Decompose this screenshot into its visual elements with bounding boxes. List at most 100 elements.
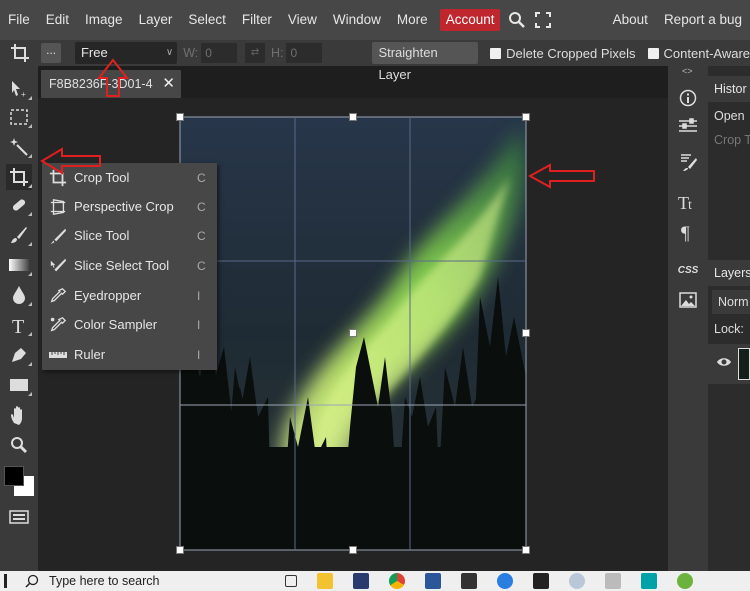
account-button[interactable]: Account: [439, 9, 501, 31]
width-field-group: W: 0: [183, 43, 238, 63]
character-icon[interactable]: Tt: [674, 188, 702, 216]
menu-edit[interactable]: Edit: [38, 0, 77, 40]
chrome-icon[interactable]: [389, 573, 405, 589]
height-input[interactable]: 0: [286, 43, 323, 63]
history-item-crop[interactable]: Crop T: [708, 128, 750, 152]
flyout-item-slice-tool[interactable]: Slice Tool C: [42, 221, 217, 250]
flyout-item-shortcut: I: [197, 288, 201, 303]
brush-settings-icon[interactable]: [674, 148, 702, 176]
gradient-tool-icon[interactable]: [6, 252, 32, 278]
magic-wand-icon[interactable]: [6, 134, 32, 160]
cat-app-icon[interactable]: [461, 573, 477, 589]
menu-view[interactable]: View: [280, 0, 325, 40]
windows-logo-icon[interactable]: [4, 574, 7, 588]
brush-tool-icon[interactable]: [6, 222, 32, 248]
crop-handle-right[interactable]: [522, 329, 530, 337]
width-input[interactable]: 0: [201, 43, 238, 63]
flyout-item-slice-select-tool[interactable]: Slice Select Tool C: [42, 251, 217, 280]
content-aware-checkbox[interactable]: Content-Aware: [647, 45, 750, 61]
flyout-item-eyedropper[interactable]: Eyedropper I: [42, 281, 217, 310]
crop-handle-top[interactable]: [349, 113, 357, 121]
crop-tool-icon[interactable]: [6, 164, 32, 190]
right-icon-column: <> Tt ¶ CSS: [668, 66, 708, 571]
hand-tool-icon[interactable]: [6, 402, 32, 428]
menu-about[interactable]: About: [605, 0, 656, 40]
straighten-layer-button[interactable]: Straighten Layer: [372, 42, 479, 82]
menu-file[interactable]: File: [0, 0, 38, 40]
tools-panel: + T: [0, 66, 38, 571]
flyout-item-perspective-crop[interactable]: Perspective Crop C: [42, 192, 217, 221]
flyout-item-shortcut: C: [197, 170, 206, 185]
flyout-item-color-sampler[interactable]: Color Sampler I: [42, 310, 217, 339]
file-explorer-icon[interactable]: [317, 573, 333, 589]
layer-row[interactable]: [708, 344, 750, 384]
move-tool-icon[interactable]: +: [6, 76, 32, 102]
flyout-item-label: Slice Select Tool: [74, 258, 170, 273]
search-icon[interactable]: [504, 0, 530, 40]
paragraph-icon[interactable]: ¶: [674, 218, 702, 246]
type-tool-icon[interactable]: T: [6, 312, 32, 338]
eye-icon[interactable]: [716, 356, 732, 371]
wrench-app-icon[interactable]: [497, 573, 513, 589]
crop-presets-button[interactable]: ...: [41, 43, 61, 63]
history-item-open[interactable]: Open: [708, 104, 750, 128]
delete-cropped-pixels-checkbox[interactable]: Delete Cropped Pixels: [490, 46, 636, 61]
svg-text:+: +: [21, 90, 26, 99]
crop-handle-bottom-left[interactable]: [176, 546, 184, 554]
adjustments-icon[interactable]: [674, 112, 702, 140]
zoom-tool-icon[interactable]: [6, 432, 32, 458]
foreground-color-swatch[interactable]: [4, 466, 24, 486]
layers-panel-title[interactable]: Layers: [708, 260, 750, 286]
quick-mask-icon[interactable]: [6, 504, 32, 530]
key-app-icon[interactable]: [353, 573, 369, 589]
color-swatches[interactable]: [4, 466, 36, 498]
menu-image[interactable]: Image: [77, 0, 131, 40]
flyout-item-label: Eyedropper: [74, 288, 142, 303]
checkmark-app-icon[interactable]: [677, 573, 693, 589]
pinwheel-app-icon[interactable]: [569, 573, 585, 589]
blend-mode-select[interactable]: Norm: [712, 290, 750, 314]
content-aware-label: Content-Aware: [663, 45, 750, 61]
crop-handle-bottom-right[interactable]: [522, 546, 530, 554]
checkbox-box: [647, 47, 659, 59]
flyout-item-label: Color Sampler: [74, 317, 158, 332]
document-tab-title: F8B8236F-3D01-4: [49, 77, 153, 91]
word-icon[interactable]: [425, 573, 441, 589]
broom-app-icon[interactable]: [605, 573, 621, 589]
store-app-icon[interactable]: [641, 573, 657, 589]
close-icon[interactable]: ✕: [162, 74, 175, 92]
flyout-item-shortcut: C: [197, 199, 206, 214]
image-icon[interactable]: [674, 286, 702, 314]
blur-tool-icon[interactable]: [6, 282, 32, 308]
swap-dimensions-icon[interactable]: ⇄: [245, 43, 265, 63]
task-view-icon[interactable]: [285, 575, 297, 587]
pen-tool-icon[interactable]: [6, 342, 32, 368]
css-icon[interactable]: CSS: [674, 256, 702, 284]
collapse-toggle[interactable]: <>: [682, 66, 693, 76]
menu-filter[interactable]: Filter: [234, 0, 280, 40]
flyout-item-ruler[interactable]: Ruler I: [42, 340, 217, 369]
aspect-ratio-select[interactable]: Free ∨: [74, 42, 178, 64]
menu-more[interactable]: More: [389, 0, 436, 40]
shape-tool-icon[interactable]: [6, 372, 32, 398]
crop-handle-top-left[interactable]: [176, 113, 184, 121]
crop-handle-center[interactable]: [349, 329, 357, 337]
taskbar-search[interactable]: Type here to search: [25, 574, 245, 588]
menu-layer[interactable]: Layer: [131, 0, 181, 40]
inkscape-icon[interactable]: [533, 573, 549, 589]
menu-select[interactable]: Select: [180, 0, 234, 40]
slice-icon: [42, 221, 74, 250]
crop-handle-top-right[interactable]: [522, 113, 530, 121]
healing-brush-icon[interactable]: [6, 192, 32, 218]
fullscreen-icon[interactable]: [530, 0, 556, 40]
document-tab[interactable]: F8B8236F-3D01-4 ✕: [41, 70, 181, 98]
marquee-tool-icon[interactable]: [6, 104, 32, 130]
menu-window[interactable]: Window: [325, 0, 389, 40]
menu-bar: File Edit Image Layer Select Filter View…: [0, 0, 750, 40]
info-icon[interactable]: [674, 84, 702, 112]
history-panel-title[interactable]: Histor: [708, 76, 750, 102]
flyout-item-label: Perspective Crop: [74, 199, 174, 214]
menu-report-bug[interactable]: Report a bug: [656, 0, 750, 40]
crop-handle-bottom[interactable]: [349, 546, 357, 554]
flyout-item-crop-tool[interactable]: Crop Tool C: [42, 163, 217, 192]
